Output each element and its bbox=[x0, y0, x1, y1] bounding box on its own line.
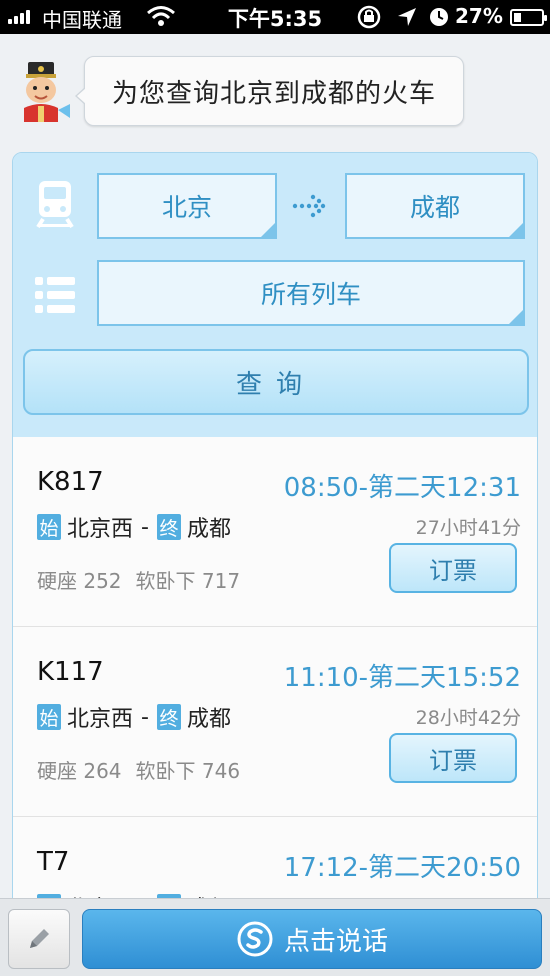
start-tag: 始 bbox=[37, 514, 61, 540]
voice-input-label: 点击说话 bbox=[283, 926, 388, 957]
train-icon bbox=[36, 181, 74, 229]
seat-prices: 硬座 252 软卧下 717 bbox=[37, 565, 240, 594]
end-tag: 终 bbox=[156, 704, 181, 730]
search-panel: 北京 成都 所有列车 查询 bbox=[13, 153, 537, 437]
travel-duration: 28小时42分 bbox=[415, 707, 521, 729]
to-station: 成都 bbox=[186, 517, 231, 542]
battery-percent: 27% bbox=[455, 4, 503, 28]
list-item[interactable]: K117 11:10-第二天15:52 始 北京西 - 终 成都 28小时42分… bbox=[13, 627, 537, 817]
seat-price-soft-sleeper: 软卧下 746 bbox=[135, 759, 241, 783]
pencil-icon bbox=[30, 929, 49, 948]
voice-assistant-logo-icon bbox=[237, 921, 273, 957]
train-number: K817 bbox=[37, 467, 104, 497]
train-route: 始 北京西 - 终 成都 bbox=[37, 511, 231, 543]
train-type-select[interactable]: 所有列车 bbox=[97, 260, 525, 326]
travel-duration: 27小时41分 bbox=[415, 517, 521, 539]
assistant-message: 为您查询北京到成都的火车 bbox=[111, 78, 436, 109]
train-search-card: 北京 成都 所有列车 查询 K817 08:50-第二天12:31 始 北京西 bbox=[12, 152, 538, 912]
book-ticket-button[interactable]: 订票 bbox=[389, 733, 517, 783]
status-bar: 中国联通 下午5:35 27% bbox=[0, 0, 550, 34]
direction-arrow-icon bbox=[292, 194, 326, 218]
train-time-range: 17:12-第二天20:50 bbox=[283, 853, 521, 883]
seat-price-hard-seat: 硬座 252 bbox=[37, 569, 122, 593]
train-number: K117 bbox=[37, 657, 104, 687]
train-time-range: 11:10-第二天15:52 bbox=[283, 663, 521, 693]
voice-input-button[interactable]: 点击说话 bbox=[82, 909, 542, 969]
start-tag: 始 bbox=[37, 704, 61, 730]
to-station-field[interactable]: 成都 bbox=[345, 173, 525, 239]
query-button[interactable]: 查询 bbox=[23, 349, 529, 415]
location-arrow-icon bbox=[398, 8, 416, 26]
train-route: 始 北京西 - 终 成都 bbox=[37, 701, 231, 733]
from-station-field[interactable]: 北京 bbox=[97, 173, 277, 239]
rotation-lock-icon bbox=[357, 5, 381, 29]
battery-level bbox=[514, 13, 521, 22]
route-separator: - bbox=[141, 704, 149, 730]
battery-icon bbox=[510, 9, 547, 26]
edit-button[interactable] bbox=[8, 909, 70, 969]
bottom-toolbar: 点击说话 bbox=[0, 898, 550, 976]
seat-price-hard-seat: 硬座 264 bbox=[37, 759, 122, 783]
train-number: T7 bbox=[37, 847, 70, 877]
results-list: K817 08:50-第二天12:31 始 北京西 - 终 成都 27小时41分… bbox=[13, 437, 537, 911]
from-station: 北京西 bbox=[67, 517, 134, 542]
seat-prices: 硬座 264 软卧下 746 bbox=[37, 755, 240, 784]
to-station: 成都 bbox=[186, 707, 231, 732]
train-time-range: 08:50-第二天12:31 bbox=[283, 473, 521, 503]
mascot-avatar bbox=[24, 62, 70, 122]
list-icon bbox=[35, 277, 75, 313]
end-tag: 终 bbox=[156, 514, 181, 540]
list-item[interactable]: K817 08:50-第二天12:31 始 北京西 - 终 成都 27小时41分… bbox=[13, 437, 537, 627]
assistant-message-bubble: 为您查询北京到成都的火车 bbox=[75, 56, 464, 126]
route-separator: - bbox=[141, 514, 149, 540]
seat-price-soft-sleeper: 软卧下 717 bbox=[135, 569, 241, 593]
from-station: 北京西 bbox=[67, 707, 134, 732]
alarm-clock-icon bbox=[430, 8, 448, 26]
book-ticket-button[interactable]: 订票 bbox=[389, 543, 517, 593]
